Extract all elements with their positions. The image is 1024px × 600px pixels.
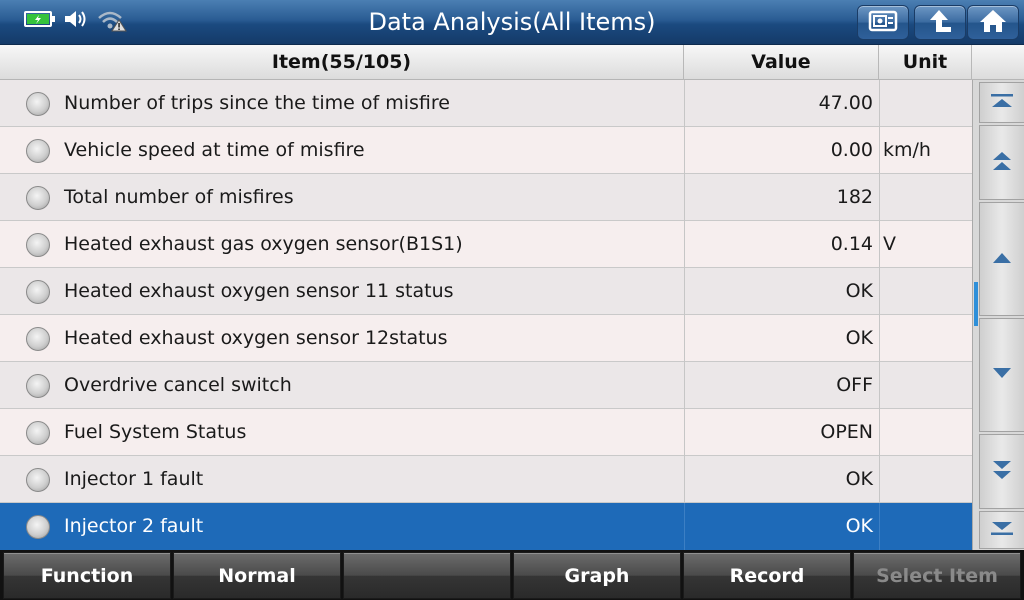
graph-button[interactable]: Graph: [513, 552, 681, 599]
radio-button[interactable]: [26, 374, 50, 398]
list-item[interactable]: Number of trips since the time of misfir…: [0, 80, 972, 127]
item-name: Overdrive cancel switch: [64, 374, 292, 396]
item-value: OK: [684, 268, 879, 315]
radio-button[interactable]: [26, 139, 50, 163]
item-name: Vehicle speed at time of misfire: [64, 139, 365, 161]
list-item[interactable]: Vehicle speed at time of misfire 0.00 km…: [0, 127, 972, 174]
list-item[interactable]: Heated exhaust oxygen sensor 11 status O…: [0, 268, 972, 315]
item-unit: [879, 315, 972, 362]
item-name: Total number of misfires: [64, 186, 294, 208]
table-header: Item(55/105) Value Unit: [0, 45, 1024, 80]
header-item: Item(55/105): [0, 45, 684, 80]
page-down-icon: [990, 457, 1014, 487]
scroll-top-icon: [989, 92, 1015, 114]
item-value: 47.00: [684, 80, 879, 127]
item-unit: [879, 80, 972, 127]
scroll-bottom-button[interactable]: [979, 511, 1024, 549]
scroll-top-button[interactable]: [979, 82, 1024, 123]
item-unit: [879, 268, 972, 315]
scroll-bottom-icon: [989, 519, 1015, 541]
item-name: Number of trips since the time of misfir…: [64, 92, 450, 114]
radio-button[interactable]: [26, 327, 50, 351]
page-down-button[interactable]: [979, 434, 1024, 509]
list-item[interactable]: Fuel System Status OPEN: [0, 409, 972, 456]
item-unit: [879, 362, 972, 409]
item-unit: [879, 409, 972, 456]
item-unit: [879, 503, 972, 550]
radio-button[interactable]: [26, 92, 50, 116]
home-button[interactable]: [967, 5, 1019, 40]
home-icon: [978, 8, 1008, 38]
item-name: Heated exhaust gas oxygen sensor(B1S1): [64, 233, 463, 255]
back-button[interactable]: [914, 5, 966, 40]
screenshot-icon: [868, 9, 898, 37]
item-value: 0.14: [684, 221, 879, 268]
radio-button[interactable]: [26, 421, 50, 445]
normal-button[interactable]: Normal: [173, 552, 341, 599]
screenshot-button[interactable]: [857, 5, 909, 40]
function-button[interactable]: Function: [3, 552, 171, 599]
select-item-button[interactable]: Select Item: [853, 552, 1021, 599]
blank-button[interactable]: [343, 552, 511, 599]
item-name: Heated exhaust oxygen sensor 12status: [64, 327, 448, 349]
header-unit: Unit: [879, 45, 972, 80]
item-name: Fuel System Status: [64, 421, 247, 443]
record-button[interactable]: Record: [683, 552, 851, 599]
item-name: Heated exhaust oxygen sensor 11 status: [64, 280, 454, 302]
item-value: OK: [684, 503, 879, 550]
item-unit: V: [879, 221, 972, 268]
line-up-icon: [990, 248, 1014, 270]
item-value: OK: [684, 456, 879, 503]
list-item[interactable]: Heated exhaust gas oxygen sensor(B1S1) 0…: [0, 221, 972, 268]
line-down-icon: [990, 364, 1014, 386]
back-arrow-icon: [925, 8, 955, 38]
radio-button[interactable]: [26, 233, 50, 257]
bottom-toolbar: Function Normal Graph Record Select Item: [0, 550, 1024, 600]
radio-button[interactable]: [26, 186, 50, 210]
scroll-bar[interactable]: [972, 80, 1024, 550]
item-value: 182: [684, 174, 879, 221]
item-name: Injector 1 fault: [64, 468, 204, 490]
radio-button[interactable]: [26, 515, 50, 539]
list-item[interactable]: Heated exhaust oxygen sensor 12status OK: [0, 315, 972, 362]
page-up-button[interactable]: [979, 125, 1024, 200]
list-item-selected[interactable]: Injector 2 fault OK: [0, 503, 972, 550]
line-down-button[interactable]: [979, 318, 1024, 432]
list-item[interactable]: Overdrive cancel switch OFF: [0, 362, 972, 409]
line-up-button[interactable]: [979, 202, 1024, 316]
page-up-icon: [990, 148, 1014, 178]
header-value: Value: [684, 45, 879, 80]
item-value: OFF: [684, 362, 879, 409]
scroll-position-indicator: [974, 282, 978, 326]
data-list: Number of trips since the time of misfir…: [0, 80, 972, 550]
item-unit: [879, 456, 972, 503]
item-value: 0.00: [684, 127, 879, 174]
item-value: OPEN: [684, 409, 879, 456]
item-value: OK: [684, 315, 879, 362]
list-item[interactable]: Injector 1 fault OK: [0, 456, 972, 503]
title-bar: Data Analysis(All Items): [0, 0, 1024, 45]
item-unit: km/h: [879, 127, 972, 174]
radio-button[interactable]: [26, 468, 50, 492]
item-unit: [879, 174, 972, 221]
radio-button[interactable]: [26, 280, 50, 304]
item-name: Injector 2 fault: [64, 515, 204, 537]
list-item[interactable]: Total number of misfires 182: [0, 174, 972, 221]
